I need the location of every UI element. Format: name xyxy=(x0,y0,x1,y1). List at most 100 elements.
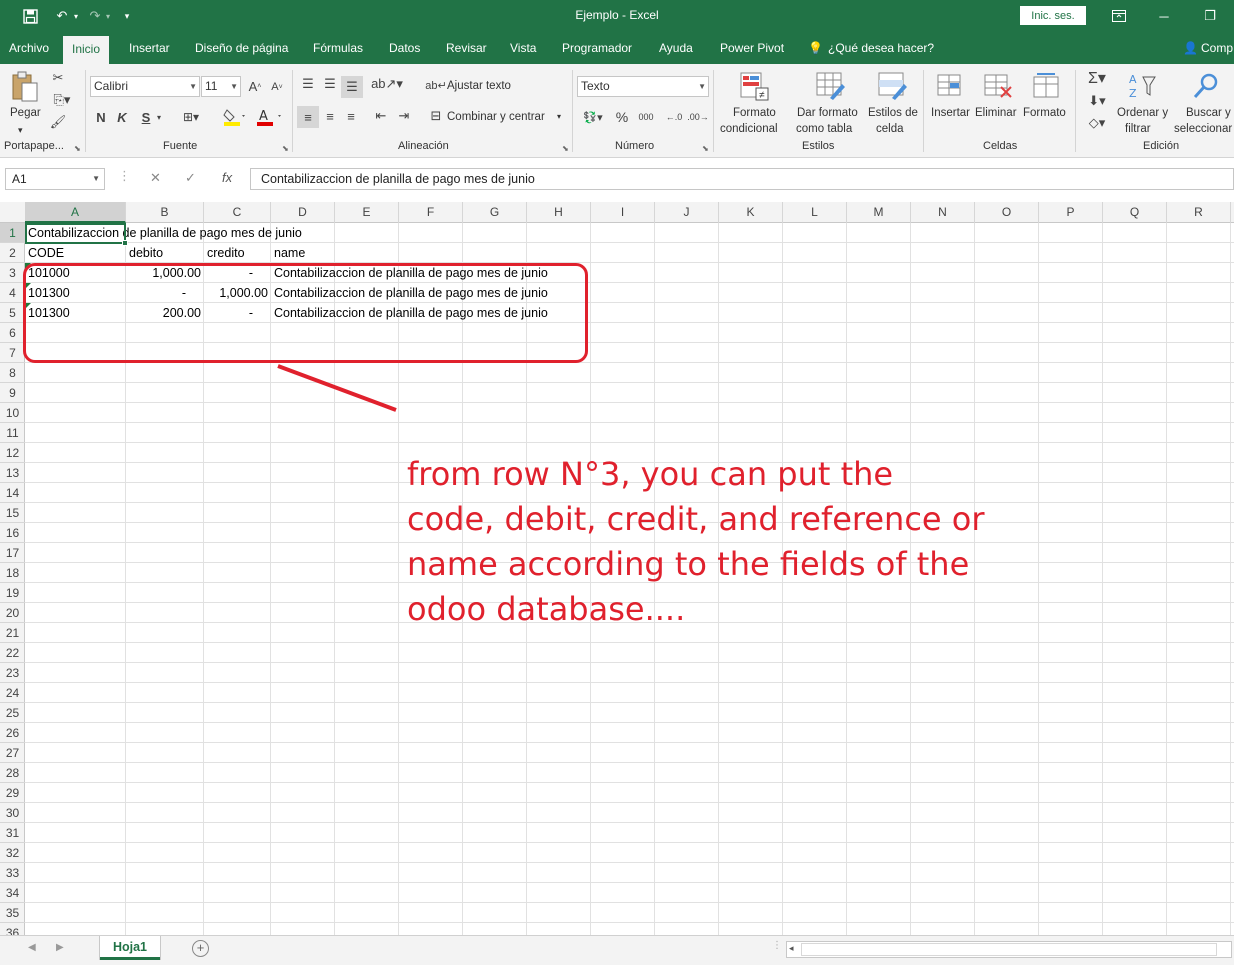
wrap-text-button[interactable]: Ajustar texto xyxy=(447,78,511,94)
next-sheet-icon[interactable]: ▶ xyxy=(56,942,64,953)
row-header-4[interactable]: 4 xyxy=(0,283,25,303)
row-header-14[interactable]: 14 xyxy=(0,483,25,503)
tell-me-search[interactable]: ¿Qué desea hacer? xyxy=(828,32,934,64)
column-header-b[interactable]: B xyxy=(126,202,204,223)
row-header-7[interactable]: 7 xyxy=(0,343,25,363)
clipboard-launcher-icon[interactable]: ⬊ xyxy=(74,144,81,153)
sheet-tab-hoja1[interactable]: Hoja1 xyxy=(100,936,160,960)
insert-cells-button[interactable]: Insertar xyxy=(931,105,970,121)
row-header-1[interactable]: 1 xyxy=(0,223,25,243)
cell-d2[interactable]: name xyxy=(271,243,308,263)
insert-cells-icon[interactable] xyxy=(935,70,967,102)
tab-ayuda[interactable]: Ayuda xyxy=(659,32,693,64)
format-cells-button[interactable]: Formato xyxy=(1023,105,1066,121)
format-painter-icon[interactable]: 🖌 xyxy=(50,114,67,130)
comma-style-button[interactable]: 000 xyxy=(636,108,656,126)
tab-insertar[interactable]: Insertar xyxy=(129,32,170,64)
cell-b2[interactable]: debito xyxy=(126,243,166,263)
decrease-indent-icon[interactable]: ⇤ xyxy=(373,108,389,124)
tab-vista[interactable]: Vista xyxy=(510,32,536,64)
row-header-31[interactable]: 31 xyxy=(0,823,25,843)
row-header-18[interactable]: 18 xyxy=(0,563,25,583)
row-header-16[interactable]: 16 xyxy=(0,523,25,543)
row-header-36[interactable]: 36 xyxy=(0,923,25,935)
paste-icon[interactable] xyxy=(8,70,42,104)
tab-datos[interactable]: Datos xyxy=(389,32,420,64)
column-header-m[interactable]: M xyxy=(847,202,911,223)
tab-diseno-pagina[interactable]: Diseño de página xyxy=(195,32,288,64)
tab-inicio[interactable]: Inicio xyxy=(63,36,110,64)
column-header-h[interactable]: H xyxy=(527,202,591,223)
prev-sheet-icon[interactable]: ◀ xyxy=(28,942,36,953)
row-header-27[interactable]: 27 xyxy=(0,743,25,763)
add-sheet-icon[interactable]: + xyxy=(192,940,209,957)
align-left-icon[interactable]: ≡ xyxy=(297,106,319,128)
column-header-c[interactable]: C xyxy=(204,202,271,223)
row-header-32[interactable]: 32 xyxy=(0,843,25,863)
tab-power-pivot[interactable]: Power Pivot xyxy=(720,32,784,64)
decrease-decimal-icon[interactable]: .00→ xyxy=(687,108,709,126)
column-header-k[interactable]: K xyxy=(719,202,783,223)
sort-filter-label-2[interactable]: filtrar xyxy=(1125,121,1151,137)
column-header-d[interactable]: D xyxy=(271,202,335,223)
column-header-q[interactable]: Q xyxy=(1103,202,1167,223)
row-header-5[interactable]: 5 xyxy=(0,303,25,323)
number-launcher-icon[interactable]: ⬊ xyxy=(702,144,709,153)
find-select-label-1[interactable]: Buscar y xyxy=(1186,105,1231,121)
row-header-13[interactable]: 13 xyxy=(0,463,25,483)
paste-dropdown-icon[interactable]: ▾ xyxy=(18,122,23,138)
merge-dropdown-icon[interactable]: ▾ xyxy=(557,109,561,125)
row-header-8[interactable]: 8 xyxy=(0,363,25,383)
align-middle-icon[interactable]: ☰ xyxy=(322,76,338,92)
copy-icon[interactable]: ⎘▾ xyxy=(50,92,74,108)
clear-icon[interactable]: ◇▾ xyxy=(1082,114,1112,132)
orientation-icon[interactable]: ab↗▾ xyxy=(371,76,403,92)
underline-button[interactable]: S xyxy=(140,108,152,126)
format-as-table-icon[interactable] xyxy=(814,70,846,102)
sort-filter-icon[interactable]: AZ xyxy=(1126,70,1158,102)
row-header-10[interactable]: 10 xyxy=(0,403,25,423)
share-icon[interactable]: 👤 xyxy=(1183,32,1198,64)
row-header-6[interactable]: 6 xyxy=(0,323,25,343)
restore-button[interactable]: ❐ xyxy=(1197,6,1223,26)
fill-handle[interactable] xyxy=(122,240,128,246)
percent-style-button[interactable]: % xyxy=(614,108,630,126)
minimize-button[interactable]: ─ xyxy=(1151,6,1177,26)
confirm-entry-icon[interactable]: ✓ xyxy=(185,170,196,186)
cell-styles-label-2[interactable]: celda xyxy=(876,121,904,137)
tab-archivo[interactable]: Archivo xyxy=(9,32,49,64)
row-header-29[interactable]: 29 xyxy=(0,783,25,803)
row-header-20[interactable]: 20 xyxy=(0,603,25,623)
row-header-15[interactable]: 15 xyxy=(0,503,25,523)
row-header-19[interactable]: 19 xyxy=(0,583,25,603)
tab-share[interactable]: Comp xyxy=(1201,32,1233,64)
column-header-i[interactable]: I xyxy=(591,202,655,223)
row-header-17[interactable]: 17 xyxy=(0,543,25,563)
italic-button[interactable]: K xyxy=(116,108,128,126)
column-header-l[interactable]: L xyxy=(783,202,847,223)
name-box[interactable]: A1 ▼ xyxy=(5,168,105,190)
column-header-a[interactable]: A xyxy=(25,202,126,223)
column-header-e[interactable]: E xyxy=(335,202,399,223)
cell-c2[interactable]: credito xyxy=(204,243,248,263)
align-right-icon[interactable]: ≡ xyxy=(343,108,359,124)
conditional-format-label-2[interactable]: condicional xyxy=(720,121,778,137)
font-launcher-icon[interactable]: ⬊ xyxy=(282,144,289,153)
format-as-table-label-1[interactable]: Dar formato xyxy=(797,105,858,121)
row-header-28[interactable]: 28 xyxy=(0,763,25,783)
row-header-26[interactable]: 26 xyxy=(0,723,25,743)
align-top-icon[interactable]: ☰ xyxy=(300,76,316,92)
ribbon-display-options-icon[interactable] xyxy=(1106,6,1132,26)
cell-styles-icon[interactable] xyxy=(876,70,908,102)
accounting-format-icon[interactable]: 💱▾ xyxy=(578,108,608,126)
row-header-34[interactable]: 34 xyxy=(0,883,25,903)
increase-indent-icon[interactable]: ⇥ xyxy=(396,108,412,124)
column-header-n[interactable]: N xyxy=(911,202,975,223)
find-select-label-2[interactable]: seleccionar xyxy=(1174,121,1232,137)
font-name-combo[interactable]: Calibri ▼ xyxy=(90,76,200,97)
column-header-g[interactable]: G xyxy=(463,202,527,223)
font-color-icon[interactable]: A xyxy=(255,108,285,126)
align-bottom-icon[interactable]: ☰ xyxy=(341,76,363,98)
sort-filter-label-1[interactable]: Ordenar y xyxy=(1117,105,1168,121)
row-header-2[interactable]: 2 xyxy=(0,243,25,263)
